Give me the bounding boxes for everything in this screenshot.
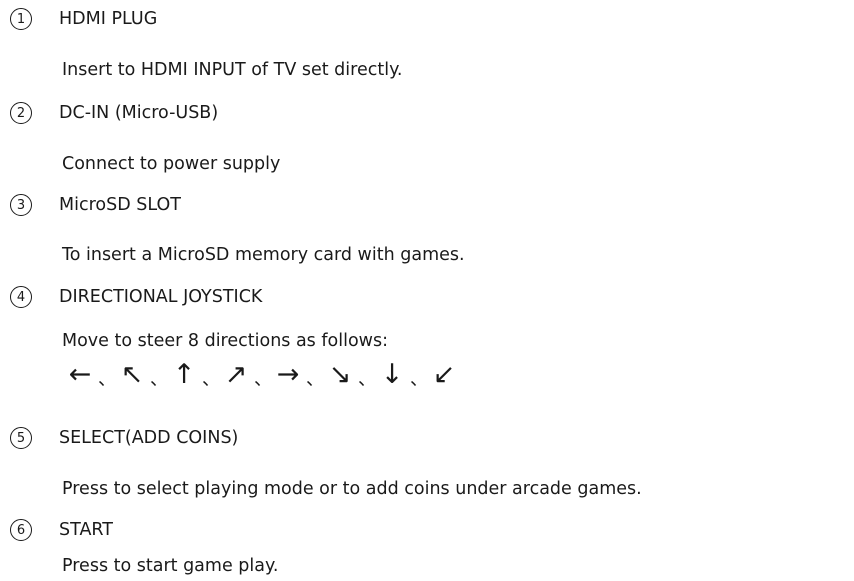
item-number: 2 bbox=[16, 105, 26, 121]
separator: 、 bbox=[358, 369, 376, 390]
item-number: 4 bbox=[16, 289, 26, 305]
item-title: MicroSD SLOT bbox=[59, 195, 181, 215]
item-number: 6 bbox=[16, 522, 26, 538]
arrow-up-icon: ↑ bbox=[172, 358, 196, 390]
item-title: START bbox=[59, 520, 113, 540]
separator: 、 bbox=[254, 369, 272, 390]
item-number-badge: 4 bbox=[10, 286, 32, 308]
arrow-down-right-icon: ↘ bbox=[328, 358, 352, 390]
item-description: Press to select playing mode or to add c… bbox=[62, 479, 642, 499]
arrow-down-icon: ↓ bbox=[380, 358, 404, 390]
separator: 、 bbox=[202, 369, 220, 390]
arrow-up-left-icon: ↖ bbox=[120, 358, 144, 390]
item-title: DC-IN (Micro-USB) bbox=[59, 103, 219, 123]
arrow-down-left-icon: ↙ bbox=[432, 358, 456, 390]
item-title: HDMI PLUG bbox=[59, 9, 158, 29]
item-description: Move to steer 8 directions as follows: bbox=[62, 331, 388, 351]
item-description: Insert to HDMI INPUT of TV set directly. bbox=[62, 60, 403, 80]
separator: 、 bbox=[98, 369, 116, 390]
item-number: 5 bbox=[16, 430, 26, 446]
item-number: 3 bbox=[16, 197, 26, 213]
item-description: Connect to power supply bbox=[62, 154, 281, 174]
item-number-badge: 2 bbox=[10, 102, 32, 124]
item-number-badge: 6 bbox=[10, 519, 32, 541]
arrow-right-icon: → bbox=[276, 358, 300, 390]
separator: 、 bbox=[306, 369, 324, 390]
arrow-up-right-icon: ↗ bbox=[224, 358, 248, 390]
item-number-badge: 1 bbox=[10, 8, 32, 30]
instruction-list: 1 HDMI PLUG Insert to HDMI INPUT of TV s… bbox=[0, 0, 854, 581]
item-number-badge: 5 bbox=[10, 427, 32, 449]
item-title: DIRECTIONAL JOYSTICK bbox=[59, 287, 263, 307]
item-number: 1 bbox=[16, 11, 26, 27]
item-title: SELECT(ADD COINS) bbox=[59, 428, 239, 448]
separator: 、 bbox=[150, 369, 168, 390]
separator: 、 bbox=[410, 369, 428, 390]
arrow-left-icon: ← bbox=[68, 358, 92, 390]
item-description: Press to start game play. bbox=[62, 556, 279, 576]
item-description: To insert a MicroSD memory card with gam… bbox=[62, 245, 465, 265]
direction-arrows-row: ←、 ↖、 ↑、 ↗、 →、 ↘、 ↓、 ↙ bbox=[62, 356, 462, 392]
item-number-badge: 3 bbox=[10, 194, 32, 216]
